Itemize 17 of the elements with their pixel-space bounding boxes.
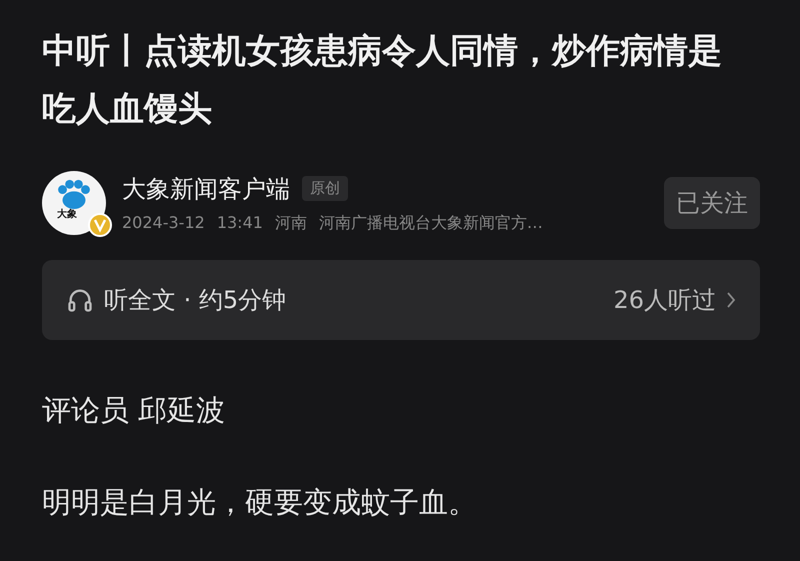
logo-text: 大象 bbox=[57, 209, 77, 221]
chevron-right-icon bbox=[726, 291, 736, 309]
avatar-logo[interactable]: 大象 bbox=[42, 171, 106, 235]
follow-button[interactable]: 已关注 bbox=[664, 177, 760, 229]
listen-label: 听全文 · 约5分钟 bbox=[104, 285, 288, 316]
region: 河南 bbox=[274, 212, 307, 234]
author-name[interactable]: 大象新闻客户端 bbox=[122, 172, 290, 204]
paragraph: 明明是白月光，硬要变成蚊子血。 bbox=[42, 484, 478, 521]
paragraph: 评论员 邱延波 bbox=[42, 392, 226, 429]
listen-bar[interactable]: 听全文 · 约5分钟 26人听过 bbox=[42, 260, 760, 340]
paw-icon bbox=[56, 179, 92, 209]
article-title: 中听丨点读机女孩患病令人同情，炒作病情是吃人血馒头 bbox=[42, 30, 723, 131]
publish-date: 2024-3-12 bbox=[122, 212, 205, 234]
publish-time: 13:41 bbox=[216, 212, 263, 234]
listener-count: 26人听过 bbox=[613, 285, 716, 316]
author-description: 河南广播电视台大象新闻官方… bbox=[318, 212, 543, 234]
original-tag: 原创 bbox=[302, 176, 348, 201]
